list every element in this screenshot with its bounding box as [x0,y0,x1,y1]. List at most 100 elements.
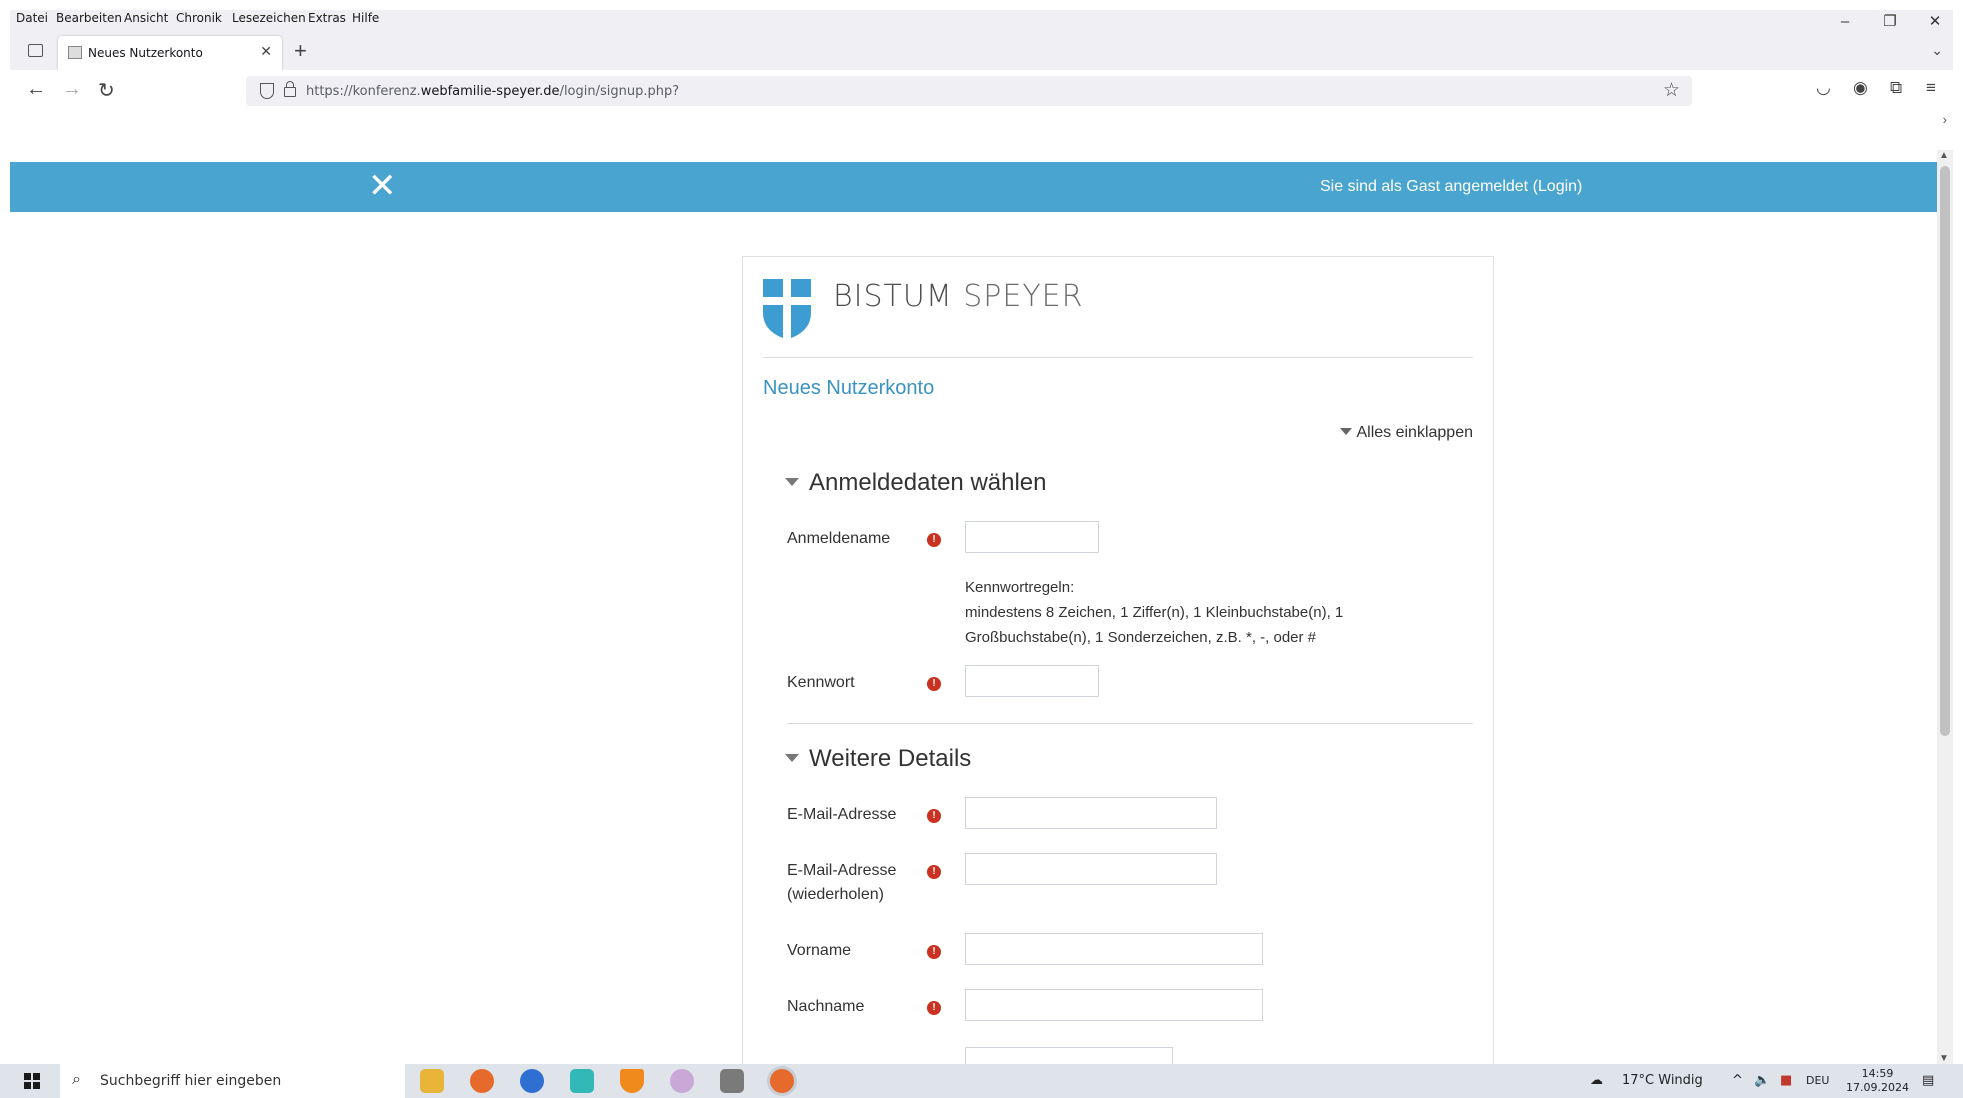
close-window-icon[interactable]: ✕ [1920,12,1950,32]
tab-close-icon[interactable]: ✕ [260,43,272,60]
page-favicon-icon [68,46,82,59]
minimize-icon[interactable]: – [1830,12,1860,32]
tray-chevron-up-icon[interactable]: ^ [1732,1073,1743,1088]
menu-hilfe[interactable]: Hilfe [352,11,379,25]
menu-ansicht[interactable]: Ansicht [124,11,168,25]
clock-date: 17.09.2024 [1846,1081,1909,1094]
email-repeat-label: E-Mail-Adresse (wiederholen) [787,862,897,903]
chevron-down-icon[interactable]: ⌄ [1931,42,1943,59]
account-icon[interactable]: ◉ [1853,78,1868,98]
password-input[interactable] [965,665,1099,697]
menu-bar: Datei Bearbeiten Ansicht Chronik Lesezei… [10,10,1953,30]
chevron-right-icon[interactable]: › [1943,112,1947,127]
section-login-data[interactable]: Anmeldedaten wählen [785,469,1047,497]
file-explorer-icon[interactable] [420,1069,444,1093]
extensions-icon[interactable]: ⧉ [1890,78,1902,98]
menu-datei[interactable]: Datei [16,11,48,25]
taskbar-search[interactable]: ⌕ Suchbegriff hier eingeben [60,1064,405,1098]
email-label: E-Mail-Adresse [787,806,897,823]
thunderbird-icon[interactable] [520,1069,544,1093]
url-text[interactable]: https://konferenz.webfamilie-speyer.de/l… [306,84,679,99]
username-label: Anmeldename [787,530,891,547]
city-input[interactable] [965,1047,1173,1064]
password-rules: Kennwortregeln: mindestens 8 Zeichen, 1 … [965,575,1385,650]
bookmark-star-icon[interactable]: ☆ [1663,79,1680,102]
monitor-app-icon[interactable] [570,1069,594,1093]
required-icon: ! [927,1001,941,1015]
menu-extras[interactable]: Extras [308,11,346,25]
scroll-thumb[interactable] [1940,166,1950,736]
lastname-input[interactable] [965,989,1263,1021]
email-input[interactable] [965,797,1217,829]
password-rules-title: Kennwortregeln: [965,579,1075,596]
browser-window: Datei Bearbeiten Ansicht Chronik Lesezei… [10,10,1953,1064]
snipping-tool-icon[interactable] [670,1069,694,1093]
new-tab-icon[interactable]: + [294,38,307,64]
scroll-up-icon[interactable]: ▲ [1939,150,1949,161]
weather-icon[interactable]: ☁ [1590,1073,1603,1088]
antivirus-icon[interactable]: ■ [1780,1073,1792,1088]
required-icon: ! [927,533,941,547]
triangle-down-icon [785,754,799,762]
volume-icon[interactable]: 🔈 [1754,1073,1770,1088]
windows-start-icon[interactable] [24,1073,40,1089]
menu-chronik[interactable]: Chronik [176,11,222,25]
required-icon: ! [927,865,941,879]
username-input[interactable] [965,521,1099,553]
password-rules-text: mindestens 8 Zeichen, 1 Ziffer(n), 1 Kle… [965,604,1344,646]
page-viewport: ✕ Sie sind als Gast angemeldet (Login) B… [10,150,1937,1064]
search-placeholder: Suchbegriff hier eingeben [100,1073,282,1089]
language-indicator[interactable]: DEU [1806,1074,1829,1087]
tab-title: Neues Nutzerkonto [88,46,203,60]
firstname-label: Vorname [787,942,852,959]
weather-text[interactable]: 17°C Windig [1622,1073,1703,1088]
required-icon: ! [927,945,941,959]
menu-bearbeiten[interactable]: Bearbeiten [56,11,122,25]
triangle-down-icon [785,478,799,486]
forward-icon[interactable]: → [62,78,82,101]
firefox-active-icon[interactable] [770,1069,794,1093]
scroll-down-icon[interactable]: ▼ [1939,1053,1949,1064]
screen: Datei Bearbeiten Ansicht Chronik Lesezei… [0,0,1963,1098]
lastname-label: Nachname [787,998,865,1015]
clock-time: 14:59 [1861,1067,1894,1080]
diocese-shield-logo [763,279,811,339]
vlc-icon[interactable] [620,1069,644,1093]
reload-icon[interactable]: ↻ [98,78,115,103]
email-repeat-input[interactable] [965,853,1217,885]
page-scrollbar[interactable]: ▲ ▼ [1937,150,1953,1064]
signup-card: BISTUM SPEYER Neues Nutzerkonto Alles ei… [742,256,1494,1064]
site-header: ✕ Sie sind als Gast angemeldet (Login) [10,162,1937,212]
logo-text: BISTUM SPEYER [833,279,1084,314]
close-icon[interactable]: ✕ [368,169,397,203]
section-divider [787,723,1473,724]
back-icon[interactable]: ← [26,78,46,101]
required-icon: ! [927,809,941,823]
tracking-shield-icon[interactable] [260,83,274,99]
search-icon: ⌕ [72,1071,81,1088]
triangle-down-icon [1340,428,1353,435]
clock[interactable]: 14:59 17.09.2024 [1846,1067,1909,1095]
login-info[interactable]: Sie sind als Gast angemeldet (Login) [1320,178,1582,196]
tab-active[interactable]: Neues Nutzerkonto ✕ [58,36,282,70]
notification-icon[interactable]: ▤ [1922,1073,1934,1088]
restore-icon[interactable]: ❐ [1875,12,1905,32]
tab-bar: Neues Nutzerkonto ✕ + ⌄ [10,30,1953,70]
page-title: Neues Nutzerkonto [763,377,935,399]
bookmarks-toolbar: › [10,112,1953,132]
app-icon[interactable] [720,1069,744,1093]
firefox-icon[interactable] [470,1069,494,1093]
pocket-icon[interactable]: ◡ [1816,78,1831,98]
collapse-all-link[interactable]: Alles einklappen [1340,424,1473,442]
hamburger-menu-icon[interactable]: ≡ [1926,78,1936,98]
lock-icon[interactable] [284,81,296,97]
firstname-input[interactable] [965,933,1263,965]
taskbar: ⌕ Suchbegriff hier eingeben ☁ 17°C Windi… [0,1064,1963,1098]
tab-list-icon[interactable] [28,44,43,57]
nav-bar: ← → ↻ https://konferenz.webfamilie-speye… [10,70,1953,112]
section-further-details[interactable]: Weitere Details [785,745,971,773]
menu-lesezeichen[interactable]: Lesezeichen [232,11,306,25]
header-divider [763,357,1473,358]
password-label: Kennwort [787,674,855,691]
url-bar[interactable]: https://konferenz.webfamilie-speyer.de/l… [246,76,1692,106]
